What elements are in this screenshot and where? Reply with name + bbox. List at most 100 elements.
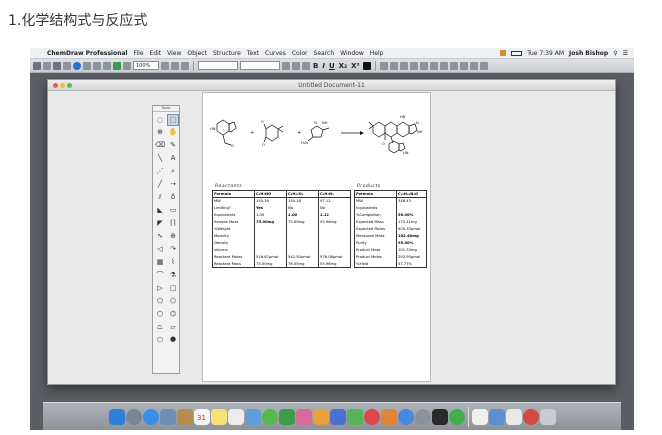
keynote-icon[interactable] <box>329 408 346 425</box>
cut-icon[interactable] <box>103 61 111 70</box>
safari-icon[interactable] <box>142 408 159 425</box>
ibooks-icon[interactable] <box>380 408 397 425</box>
menu-search[interactable]: Search <box>311 50 338 57</box>
menu-text[interactable]: Text <box>244 50 262 57</box>
messages-icon[interactable] <box>261 408 278 425</box>
terminal-icon[interactable] <box>431 408 448 425</box>
save-icon[interactable] <box>53 61 61 70</box>
square-tool-icon[interactable]: □ <box>168 283 178 293</box>
arrow-tool-icon[interactable]: ➝ <box>168 179 178 189</box>
zoom-in-icon[interactable] <box>161 61 169 70</box>
battery-icon[interactable] <box>511 50 523 56</box>
menu-view[interactable]: View <box>164 50 184 57</box>
search-tool-icon[interactable]: ⌕ <box>168 166 178 176</box>
font-size-select[interactable] <box>240 61 280 70</box>
cyclohexane-chair-tool-icon[interactable]: ⏢ <box>155 322 165 332</box>
list-icon[interactable]: ☰ <box>623 50 628 57</box>
pen-tool-icon[interactable]: ✎ <box>168 140 178 150</box>
orbital-tool-icon[interactable]: ♁ <box>168 192 178 202</box>
zoom-select[interactable]: 100% <box>133 61 159 70</box>
redo-icon[interactable] <box>93 61 101 70</box>
flip-icon[interactable] <box>419 61 428 70</box>
octagon-tool-icon[interactable]: ⯃ <box>168 335 178 345</box>
underline-button[interactable]: U <box>328 62 336 70</box>
chemdraw-icon[interactable] <box>448 408 465 425</box>
benzene-tool-icon[interactable]: ⌬ <box>168 309 178 319</box>
group-icon[interactable] <box>429 61 438 70</box>
charge-tool-icon[interactable]: ⊕ <box>168 231 178 241</box>
open-icon[interactable] <box>43 61 51 70</box>
menu-app-name[interactable]: ChemDraw Professional <box>44 50 130 57</box>
mechanism-arrow-tool-icon[interactable]: ↷ <box>168 244 178 254</box>
print-icon[interactable] <box>63 61 71 70</box>
photos-icon[interactable] <box>295 408 312 425</box>
zoom-fit-icon[interactable] <box>181 61 189 70</box>
finder-icon[interactable] <box>108 408 125 425</box>
superscript-button[interactable]: X² <box>350 62 360 70</box>
hash-bond-tool-icon[interactable]: ⫽ <box>155 192 165 202</box>
launchpad-icon[interactable] <box>125 408 142 425</box>
reaction-scheme[interactable]: + + HN O O O H₂N N NH HN N NH O HN <box>203 93 432 188</box>
heptagon-tool-icon[interactable]: ⬡ <box>155 335 165 345</box>
menu-curves[interactable]: Curves <box>262 50 289 57</box>
zoom-out-icon[interactable] <box>171 61 179 70</box>
maps-icon[interactable] <box>244 408 261 425</box>
help-icon[interactable] <box>73 61 81 70</box>
clean-structure-icon[interactable] <box>389 61 398 70</box>
menu-window[interactable]: Window <box>337 50 367 57</box>
chemistry-symbol-tool-icon[interactable]: ⚗ <box>168 270 178 280</box>
hexagon-tool-icon[interactable]: ⬡ <box>155 309 165 319</box>
pentagon-tool-icon[interactable]: ⬠ <box>155 296 165 306</box>
reactants-table[interactable]: Formula C₉H₇NO C₈H₁₂O₂ C₄H₇N₃ MW 145.16 … <box>212 190 351 268</box>
ring-tool-icon[interactable] <box>399 61 408 70</box>
wavy-bond-tool-icon[interactable]: ∿ <box>155 231 165 241</box>
color-swatch[interactable] <box>362 61 371 70</box>
copy-icon[interactable] <box>113 61 121 70</box>
paste-icon[interactable] <box>123 61 131 70</box>
cyclopentane-tool-icon[interactable]: ⬠ <box>168 296 178 306</box>
calendar-icon[interactable]: 31 <box>193 408 210 425</box>
contacts-icon[interactable] <box>176 408 193 425</box>
chain-tool-icon[interactable]: ⌇ <box>168 257 178 267</box>
menu-help[interactable]: Help <box>367 50 387 57</box>
mail-icon[interactable] <box>159 408 176 425</box>
rotate-icon[interactable] <box>409 61 418 70</box>
hollow-wedge-tool-icon[interactable]: ◁ <box>155 244 165 254</box>
name-to-structure-icon[interactable] <box>449 61 458 70</box>
cyclohexane-chair-alt-tool-icon[interactable]: ⏥ <box>168 322 178 332</box>
undo-icon[interactable] <box>83 61 91 70</box>
align-left-icon[interactable] <box>282 61 290 70</box>
new-document-icon[interactable] <box>33 61 41 70</box>
bracket-tool-icon[interactable]: ⌈⌉ <box>168 218 178 228</box>
structure-tool-icon[interactable] <box>379 61 388 70</box>
notes-icon[interactable] <box>210 408 227 425</box>
style-select[interactable] <box>198 61 238 70</box>
text-tool-icon[interactable]: A <box>168 153 178 163</box>
bold-button[interactable]: B <box>312 62 319 70</box>
bond-tool-icon[interactable]: ╲ <box>155 153 165 163</box>
status-app-icon[interactable] <box>500 50 507 56</box>
hand-tool-icon[interactable]: ✋ <box>168 127 178 137</box>
window-titlebar[interactable]: Untitled Document-11 <box>48 80 615 91</box>
italic-button[interactable]: I <box>321 62 326 70</box>
menu-edit[interactable]: Edit <box>147 50 165 57</box>
system-preferences-icon[interactable] <box>414 408 431 425</box>
rectangle-tool-icon[interactable]: ▭ <box>168 205 178 215</box>
menu-file[interactable]: File <box>130 50 146 57</box>
bold-bond-tool-icon[interactable]: ╱ <box>155 179 165 189</box>
menu-structure[interactable]: Structure <box>210 50 244 57</box>
orbital-icon[interactable] <box>469 61 478 70</box>
table-tool-icon[interactable]: ▦ <box>155 257 165 267</box>
dashed-bond-tool-icon[interactable]: ⋰ <box>155 166 165 176</box>
align-right-icon[interactable] <box>302 61 310 70</box>
align-center-icon[interactable] <box>292 61 300 70</box>
numbers-icon[interactable] <box>346 408 363 425</box>
rotate-tool-icon[interactable]: ⊕ <box>155 127 165 137</box>
menu-color[interactable]: Color <box>289 50 311 57</box>
reminders-icon[interactable] <box>227 408 244 425</box>
template-icon[interactable] <box>459 61 468 70</box>
stack-icon[interactable] <box>505 408 522 425</box>
lasso-tool-icon[interactable]: ◌ <box>155 115 165 125</box>
subscript-button[interactable]: X₂ <box>338 62 348 70</box>
menu-user[interactable]: Josh Bishop <box>569 50 608 57</box>
